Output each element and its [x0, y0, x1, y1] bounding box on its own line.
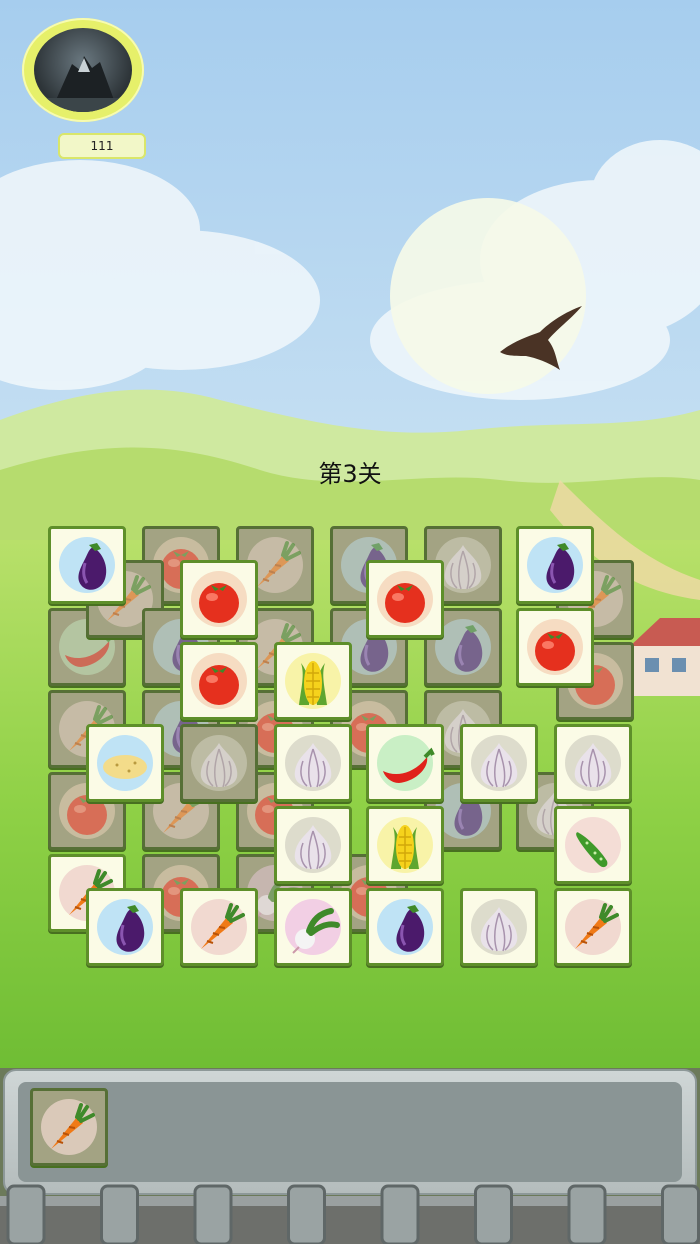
- fence-post: [6, 1184, 46, 1244]
- level-title: 第3关: [318, 460, 382, 488]
- fence-post: [193, 1184, 233, 1244]
- tile-garlic[interactable]: [460, 888, 538, 966]
- tile-potato[interactable]: [86, 724, 164, 802]
- tile-garlic[interactable]: [460, 724, 538, 802]
- mountain-avatar-icon: [34, 28, 132, 112]
- tile-corn[interactable]: [366, 806, 444, 884]
- fence-post: [474, 1184, 513, 1244]
- tile-cucumber[interactable]: [554, 806, 632, 884]
- tile-garlic[interactable]: [274, 724, 352, 802]
- tile-tomato[interactable]: [180, 560, 258, 638]
- tile-garlic[interactable]: [554, 724, 632, 802]
- tile-eggplant[interactable]: [86, 888, 164, 966]
- player-score: 111: [58, 133, 146, 159]
- tile-tomato[interactable]: [180, 642, 258, 720]
- fence-post: [100, 1184, 139, 1244]
- tile-garlic: [180, 724, 258, 802]
- fence-post: [380, 1184, 420, 1244]
- tile-corn[interactable]: [274, 642, 352, 720]
- tile-eggplant[interactable]: [516, 526, 594, 604]
- tile-carrot[interactable]: [180, 888, 258, 966]
- avatar[interactable]: [22, 18, 144, 122]
- fence-post: [567, 1184, 607, 1244]
- tile-eggplant[interactable]: [48, 526, 126, 604]
- player-profile[interactable]: 111: [22, 18, 146, 159]
- tray-slot-carrot: [30, 1088, 108, 1166]
- tile-tomato[interactable]: [516, 608, 594, 686]
- tile-tomato[interactable]: [366, 560, 444, 638]
- fence-post: [661, 1184, 700, 1244]
- tile-radish[interactable]: [274, 888, 352, 966]
- tile-carrot[interactable]: [554, 888, 632, 966]
- tile-chili[interactable]: [366, 724, 444, 802]
- tile-garlic[interactable]: [274, 806, 352, 884]
- fence-post: [287, 1184, 326, 1244]
- tile-eggplant[interactable]: [366, 888, 444, 966]
